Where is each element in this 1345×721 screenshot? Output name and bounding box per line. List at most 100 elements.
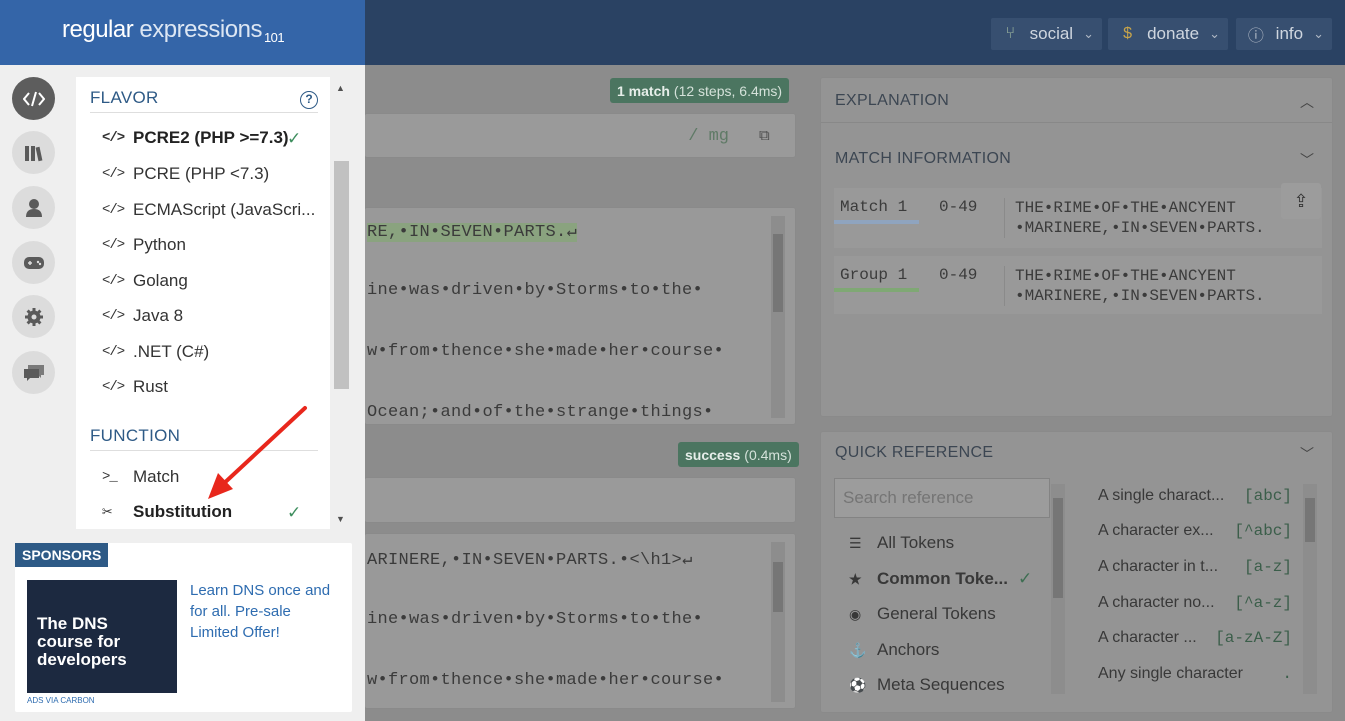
category-meta-sequences[interactable]: ⚽ Meta Sequences: [849, 675, 1005, 695]
code-icon: </>: [102, 344, 125, 360]
substitution-time: (0.4ms): [744, 446, 792, 463]
info-icon: ⓘ: [1247, 28, 1264, 45]
donate-button[interactable]: $ donate ⌄: [1108, 18, 1228, 50]
function-substitution[interactable]: ✂ Substitution: [102, 497, 232, 527]
test-string-editor[interactable]: RE,•IN•SEVEN•PARTS.↵ ine•was•driven•by•S…: [364, 207, 796, 425]
match-color-bar: [834, 220, 919, 224]
token-scrollbar[interactable]: [1303, 484, 1317, 694]
flavor-pcre2[interactable]: </> PCRE2 (PHP >=7.3): [102, 123, 289, 153]
group-range: 0-49: [939, 266, 978, 284]
site-logo[interactable]: regular expressions 101: [62, 16, 285, 45]
match-count: 1 match: [617, 82, 670, 99]
chevron-down-icon[interactable]: ﹀: [1300, 444, 1314, 464]
test-line: w•from•thence•she•made•her•course•: [367, 342, 725, 361]
match-row[interactable]: Match 1 0-49 THE•RIME•OF•THE•ANCYENT •MA…: [834, 188, 1322, 248]
terminal-prompt-icon: >_: [102, 469, 118, 485]
group-color-bar: [834, 288, 919, 292]
category-anchors[interactable]: ⚓ Anchors: [849, 640, 939, 660]
flavor-python[interactable]: </> Python: [102, 230, 186, 260]
function-match[interactable]: >_ Match: [102, 462, 179, 492]
code-icon: </>: [102, 130, 125, 146]
search-reference-input[interactable]: [834, 478, 1050, 518]
test-scrollbar[interactable]: [771, 216, 785, 418]
sponsor-ad-link[interactable]: Learn DNS once and for all. Pre-sale Lim…: [190, 580, 342, 643]
flavor-dotnet[interactable]: </> .NET (C#): [102, 337, 209, 367]
token-item[interactable]: Any single character.: [1098, 665, 1292, 683]
regex-flags[interactable]: / mg: [688, 127, 729, 146]
scroll-thumb[interactable]: [334, 161, 349, 389]
gamepad-icon[interactable]: [12, 241, 55, 284]
flavor-rust[interactable]: </> Rust: [102, 372, 168, 402]
scroll-thumb[interactable]: [773, 562, 783, 612]
substitution-status-badge: success (0.4ms): [678, 442, 799, 467]
result-line: ARINERE,•IN•SEVEN•PARTS.•<\h1>↵: [367, 551, 693, 570]
check-icon: ✓: [287, 503, 302, 522]
ads-via-carbon-link[interactable]: ADS VIA CARBON: [27, 696, 95, 705]
match-information-title[interactable]: MATCH INFORMATION: [835, 150, 1011, 168]
sponsor-ad-image[interactable]: The DNS course for developers: [27, 580, 177, 693]
code-icon[interactable]: [12, 77, 55, 120]
check-icon: ✓: [287, 129, 302, 148]
code-icon: </>: [102, 379, 125, 395]
test-line: ine•was•driven•by•Storms•to•the•: [367, 281, 704, 300]
token-item[interactable]: A character ... [a-zA-Z]: [1098, 629, 1292, 647]
flavor-golang[interactable]: </> Golang: [102, 266, 188, 296]
sidebar: FLAVOR ? </> PCRE2 (PHP >=7.3) ✓ </> PCRE …: [0, 65, 365, 721]
substitution-status: success: [685, 446, 741, 463]
token-item[interactable]: A character no... [^a-z]: [1098, 594, 1292, 612]
quick-reference-panel: QUICK REFERENCE ﹀ ☰All Tokens ★Common To…: [820, 431, 1333, 713]
group-text: THE•RIME•OF•THE•ANCYENT •MARINERE,•IN•SE…: [1004, 266, 1304, 306]
quick-reference-title[interactable]: QUICK REFERENCE: [835, 444, 993, 462]
scroll-thumb[interactable]: [1053, 498, 1063, 598]
chevron-down-icon: ⌄: [1313, 26, 1324, 41]
explanation-title[interactable]: EXPLANATION: [835, 92, 949, 110]
chevron-down-icon: ⌄: [1083, 26, 1094, 41]
divider: [90, 450, 318, 451]
code-icon: </>: [102, 202, 125, 218]
flavor-ecmascript[interactable]: </> ECMAScript (JavaScri...: [102, 195, 315, 225]
chat-icon[interactable]: [12, 351, 55, 394]
result-scrollbar[interactable]: [771, 542, 785, 702]
scroll-thumb[interactable]: [1305, 498, 1315, 542]
help-icon[interactable]: ?: [300, 91, 318, 109]
donate-label: donate: [1147, 24, 1200, 43]
scroll-down-arrow-icon[interactable]: ▼: [336, 514, 345, 524]
category-general-tokens[interactable]: ◉ General Tokens: [849, 604, 996, 624]
scissors-icon: ✂: [102, 503, 112, 523]
category-all-tokens[interactable]: ☰ All Tokens: [849, 533, 954, 553]
scroll-up-arrow-icon[interactable]: ▲: [336, 83, 345, 93]
flavor-java[interactable]: </> Java 8: [102, 301, 183, 331]
flavor-pcre[interactable]: </> PCRE (PHP <7.3): [102, 159, 269, 189]
library-icon[interactable]: [12, 131, 55, 174]
copy-icon[interactable]: ⧉: [759, 127, 777, 145]
info-button[interactable]: ⓘ info ⌄: [1236, 18, 1332, 50]
chevron-down-icon[interactable]: ﹀: [1300, 150, 1314, 170]
category-common-tokens[interactable]: ★ Common Toke... ✓: [849, 569, 1032, 589]
explanation-panel: EXPLANATION ︿ MATCH INFORMATION ﹀ Match …: [820, 77, 1333, 417]
substitution-input[interactable]: [364, 477, 796, 523]
code-icon: </>: [102, 166, 125, 182]
test-line: RE,•IN•SEVEN•PARTS.↵: [367, 223, 578, 242]
scroll-thumb[interactable]: [773, 234, 783, 312]
sponsors-box: SPONSORS The DNS course for developers L…: [15, 543, 352, 712]
flavor-heading: FLAVOR: [90, 88, 159, 107]
result-line: ine•was•driven•by•Storms•to•the•: [367, 610, 704, 629]
regex-input[interactable]: / mg ⧉: [364, 113, 796, 158]
flavor-scrollbar[interactable]: ▲ ▼: [332, 77, 351, 529]
code-icon: </>: [102, 237, 125, 253]
check-icon: ✓: [1017, 569, 1033, 588]
flavor-panel: FLAVOR ? </> PCRE2 (PHP >=7.3) ✓ </> PCRE …: [76, 77, 330, 529]
chevron-up-icon[interactable]: ︿: [1300, 92, 1314, 112]
social-button[interactable]: ⑂ social ⌄: [991, 18, 1102, 50]
category-scrollbar[interactable]: [1051, 484, 1065, 694]
token-item[interactable]: A character ex... [^abc]: [1098, 522, 1292, 540]
share-icon[interactable]: ⇪: [1281, 183, 1321, 219]
test-line: Ocean;•and•of•the•strange•things•: [367, 403, 714, 422]
group-row[interactable]: Group 1 0-49 THE•RIME•OF•THE•ANCYENT •MA…: [834, 256, 1322, 314]
token-item[interactable]: A single charact... [abc]: [1098, 487, 1292, 505]
user-icon[interactable]: [12, 186, 55, 229]
token-item[interactable]: A character in t... [a-z]: [1098, 558, 1292, 576]
match-label: Match 1: [840, 198, 908, 216]
result-line: w•from•thence•she•made•her•course•: [367, 671, 725, 690]
settings-gear-icon[interactable]: [12, 295, 55, 338]
